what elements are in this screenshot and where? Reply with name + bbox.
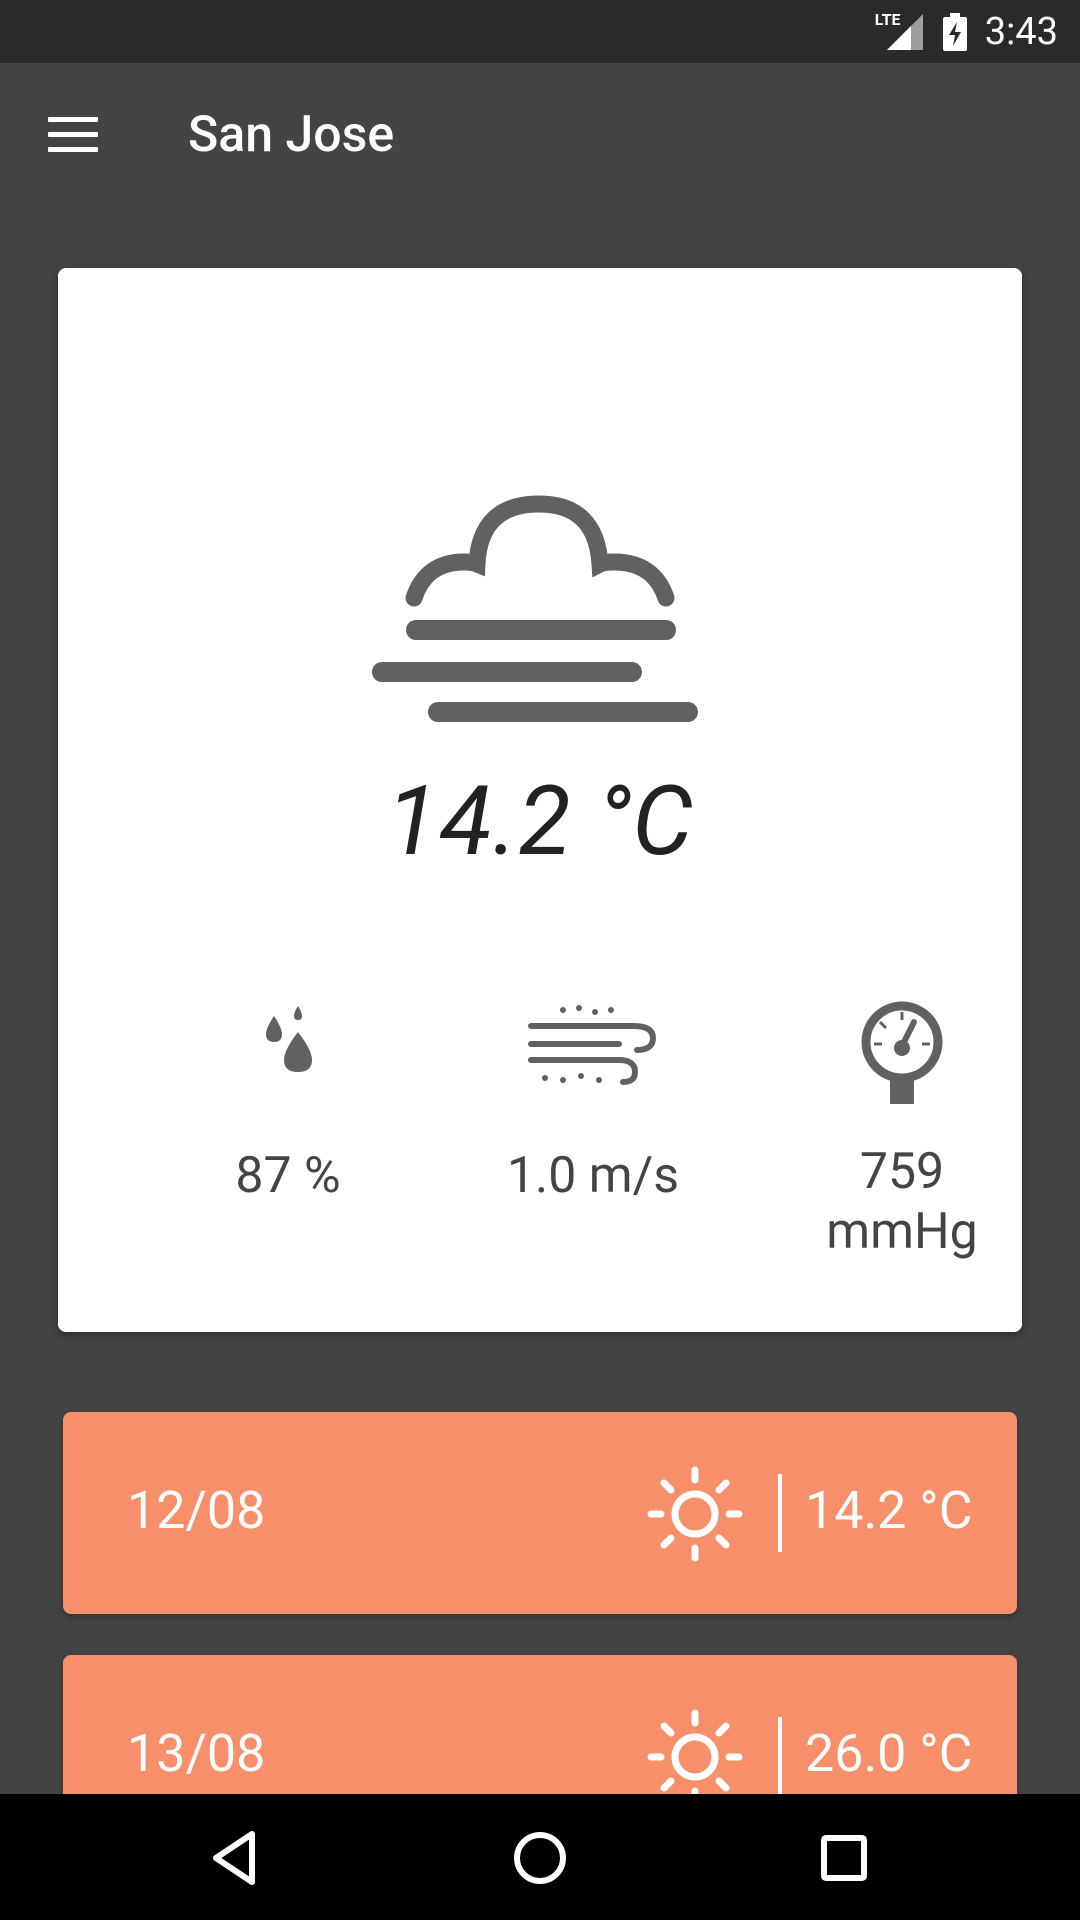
pressure-value: 759 — [859, 1143, 945, 1201]
pressure-gauge-icon — [861, 1001, 943, 1104]
wind-icon — [528, 1005, 657, 1085]
battery-charging-icon — [942, 12, 967, 51]
humidity-drops-icon — [266, 1006, 312, 1072]
wind-stat: 1.0 m/s — [463, 998, 723, 1206]
back-icon[interactable] — [204, 1826, 268, 1890]
forecast-item[interactable]: 12/08 14.2 °C — [63, 1412, 1017, 1614]
signal-icon: LTE — [875, 10, 925, 52]
humidity-value: 87 % — [235, 1147, 341, 1205]
divider — [778, 1717, 782, 1795]
forecast-date: 12/08 — [127, 1480, 266, 1541]
sun-icon — [647, 1466, 743, 1562]
pressure-stat: 759 mmHg — [772, 998, 1032, 1262]
recents-icon[interactable] — [812, 1826, 876, 1890]
sun-icon — [647, 1709, 743, 1805]
page-title: San Jose — [188, 106, 395, 164]
pressure-unit: mmHg — [826, 1203, 978, 1261]
app-bar: San Jose — [0, 63, 1080, 213]
current-temperature: 14.2 °C — [386, 766, 694, 878]
humidity-stat: 87 % — [158, 998, 418, 1206]
hamburger-menu-icon[interactable] — [40, 107, 106, 161]
forecast-temperature: 14.2 °C — [805, 1480, 973, 1541]
forecast-date: 13/08 — [127, 1723, 266, 1784]
wind-value: 1.0 m/s — [506, 1147, 680, 1205]
status-time: 3:43 — [984, 9, 1058, 54]
divider — [778, 1474, 782, 1552]
home-icon[interactable] — [508, 1826, 572, 1890]
fog-icon — [372, 495, 698, 722]
forecast-temperature: 26.0 °C — [805, 1723, 973, 1784]
network-type-label: LTE — [874, 9, 901, 29]
status-icons: LTE 3:43 — [875, 0, 1058, 63]
navigation-bar — [0, 1794, 1080, 1920]
current-weather-card: 14.2 °C 87 % 1.0 m/s 759 mmHg — [58, 268, 1022, 1332]
status-bar: LTE 3:43 — [0, 0, 1080, 63]
